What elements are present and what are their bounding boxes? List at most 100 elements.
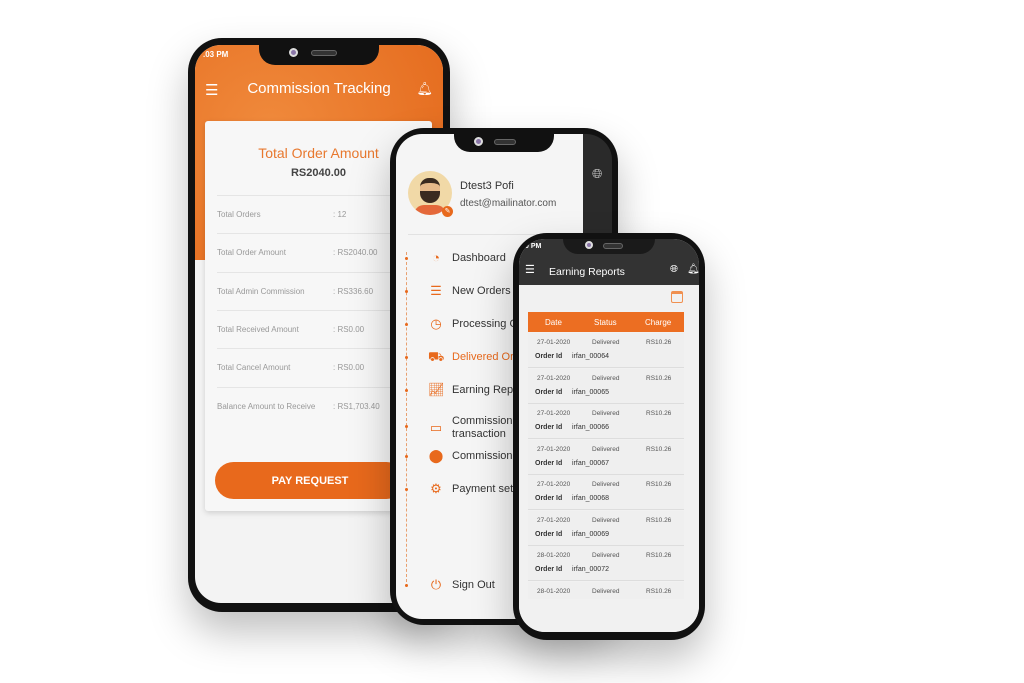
timeline-dot: [405, 584, 408, 587]
menu-item-label: Dashboard: [452, 251, 506, 264]
row-date: 27-01-2020: [537, 445, 571, 453]
order-id-value: irfan_00066: [572, 424, 609, 431]
menu-item[interactable]: ⬤ Commission: [428, 448, 513, 464]
row-label: Total Cancel Amount: [217, 363, 291, 373]
row-status: Delivered: [592, 516, 620, 524]
card-icon: ▭: [429, 420, 443, 435]
row-date: 28-01-2020: [537, 587, 571, 595]
row-label: Total Order Amount: [217, 248, 286, 258]
order-id-label: Order Id: [535, 353, 563, 360]
globe-icon[interactable]: 🌐︎: [592, 166, 602, 182]
screen: 0 PM ☰ Earning Reports 🌐︎ 🔔︎ Date Status…: [519, 239, 699, 632]
row-charge: RS10.26: [646, 339, 672, 346]
menu-item[interactable]: ▭ Commission transaction: [428, 415, 513, 441]
row-status: Delivered: [592, 481, 620, 488]
menu-item-label: Commission: [452, 449, 513, 462]
table-row[interactable]: 27-01-2020 Delivered RS10.26 Order Id irfan_…: [528, 475, 684, 510]
order-id-label: Order Id: [535, 530, 563, 538]
menu-icon[interactable]: ☰: [525, 263, 535, 276]
notch: [454, 134, 554, 152]
row-value: : RS336.60: [333, 286, 374, 296]
menu-item[interactable]: 📈︎ Earning Rep: [428, 382, 513, 398]
table-row[interactable]: 27-01-2020 Delivered RS10.26 Order Id irfan_…: [528, 404, 684, 439]
menu-item[interactable]: ◷ Processing O: [428, 316, 518, 332]
row-date: 27-01-2020: [537, 516, 571, 524]
menu-item-label: Commission transaction: [452, 415, 513, 440]
table-row[interactable]: 27-01-2020 Delivered RS10.26 Order Id irfan_…: [528, 439, 684, 475]
list-icon: ☰: [430, 283, 442, 298]
speedometer-icon: ◔: [432, 250, 440, 265]
pay-request-button[interactable]: PAY REQUEST: [215, 462, 405, 499]
gear-dollar-icon: ⚙: [430, 481, 442, 496]
row-charge: RS10.26: [646, 410, 672, 417]
row-status: Delivered: [592, 374, 620, 382]
timeline-dot: [405, 356, 408, 359]
row-value: : RS1,703.40: [333, 401, 380, 411]
table-row[interactable]: 28-01-2020 Delivered RS10.26 Order Id irfan_…: [528, 546, 684, 581]
row-date: 27-01-2020: [537, 339, 571, 346]
row-status: Delivered: [592, 410, 620, 417]
row-date: 27-01-2020: [537, 481, 571, 488]
table-row[interactable]: 27-01-2020 Delivered RS10.26 Order Id irfan_…: [528, 510, 684, 546]
order-id-value: irfan_00068: [572, 495, 609, 502]
column-header-date: Date: [545, 317, 562, 327]
row-value: : RS0.00: [333, 324, 365, 334]
column-header-status: Status: [594, 317, 617, 327]
row-label: Total Admin Commission: [217, 286, 305, 296]
order-id-value: irfan_00067: [572, 459, 609, 467]
timeline-dot: [405, 257, 408, 260]
order-id-label: Order Id: [535, 566, 563, 573]
menu-item-label: Earning Rep: [452, 383, 514, 396]
power-icon: ⏻: [430, 577, 442, 592]
timeline-dot: [405, 425, 408, 428]
row-date: 27-01-2020: [537, 410, 571, 417]
row-charge: RS10.26: [646, 516, 672, 524]
status-time: 0 PM: [525, 243, 542, 250]
timeline-dot: [405, 389, 408, 392]
timeline-dot: [405, 323, 408, 326]
order-id-value: irfan_00064: [572, 353, 609, 360]
chart-icon: 📈︎: [428, 382, 445, 397]
row-charge: RS10.26: [646, 587, 672, 595]
row-charge: RS10.26: [646, 481, 672, 488]
menu-item[interactable]: ⛟ Delivered Or: [428, 349, 514, 365]
timeline-dot: [405, 290, 408, 293]
user-name: Dtest3 Pofi: [460, 180, 514, 192]
order-id-value: irfan_00065: [572, 388, 609, 396]
status-time: .03 PM: [203, 50, 229, 59]
order-id-label: Order Id: [535, 388, 563, 396]
user-email: dtest@mailinator.com: [460, 198, 557, 209]
location-pin-icon: ⬤: [428, 448, 444, 463]
order-id-value: irfan_00072: [572, 566, 609, 573]
row-status: Delivered: [592, 587, 620, 595]
row-charge: RS10.26: [646, 374, 672, 382]
bell-icon[interactable]: 🔔︎: [687, 264, 699, 275]
row-value: : 12: [333, 210, 347, 219]
phone-earning-reports: 0 PM ☰ Earning Reports 🌐︎ 🔔︎ Date Status…: [513, 233, 705, 640]
truck-icon: ⛟: [428, 349, 445, 364]
bell-icon[interactable]: 🔔︎: [416, 81, 433, 97]
table-row[interactable]: 27-01-2020 Delivered RS10.26 Order Id irfan_…: [528, 333, 684, 368]
edit-icon[interactable]: ✎: [442, 206, 453, 217]
row-label: Total Received Amount: [217, 324, 299, 334]
menu-item-sign-out[interactable]: ⏻ Sign Out: [428, 577, 495, 593]
row-date: 28-01-2020: [537, 552, 571, 559]
order-id-label: Order Id: [535, 459, 563, 467]
table-header: Date Status Charge: [528, 312, 684, 332]
order-id-value: irfan_00069: [572, 530, 609, 538]
timeline-dot: [405, 488, 408, 491]
row-status: Delivered: [592, 339, 620, 346]
menu-item[interactable]: ⚙ Payment set: [428, 481, 513, 497]
page-title: Earning Reports: [549, 266, 625, 278]
menu-item-label: Processing O: [452, 317, 519, 330]
notch: [563, 239, 655, 254]
menu-item[interactable]: ☰ New Orders: [428, 283, 511, 299]
bottom-area: [519, 599, 699, 632]
menu-item[interactable]: ◔ Dashboard: [428, 250, 506, 266]
calendar-icon[interactable]: [671, 291, 683, 303]
globe-icon[interactable]: 🌐︎: [670, 264, 678, 275]
row-charge: RS10.26: [646, 552, 672, 559]
menu-item-label: New Orders: [452, 284, 511, 297]
table-row[interactable]: 27-01-2020 Delivered RS10.26 Order Id irfan_…: [528, 368, 684, 404]
menu-item-label: Delivered Or: [452, 350, 514, 363]
